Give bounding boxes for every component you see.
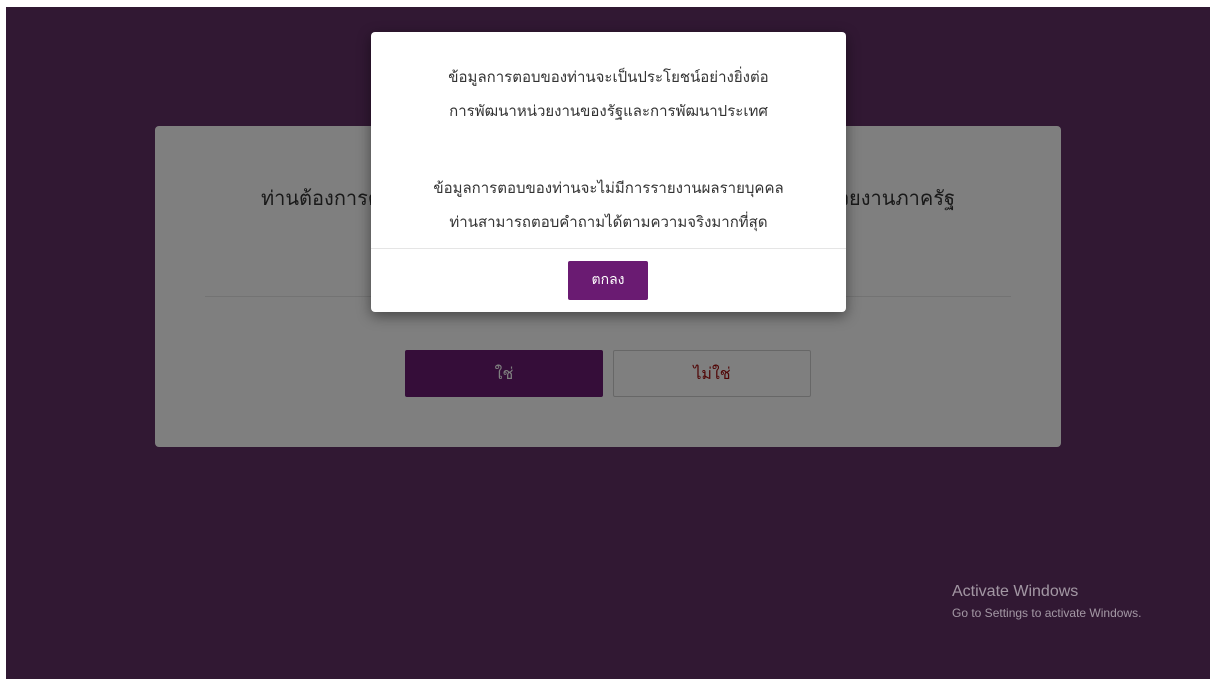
modal-text-line-3: ข้อมูลการตอบของท่านจะไม่มีการรายงานผลราย…: [433, 179, 784, 197]
modal-text-line-1: ข้อมูลการตอบของท่านจะเป็นประโยชน์อย่างยิ…: [448, 68, 769, 86]
page-background: ท่านต้องการตอบแบบสอบถามความพึงพอใจต่อการ…: [6, 7, 1210, 679]
modal-text-line-2: การพัฒนาหน่วยงานของรัฐและการพัฒนาประเทศ: [449, 102, 768, 120]
modal-divider: [371, 248, 846, 249]
activate-windows-subtitle: Go to Settings to activate Windows.: [952, 606, 1142, 620]
modal-text-line-4: ท่านสามารถตอบคำถามได้ตามความจริงมากที่สุ…: [449, 213, 768, 231]
activate-windows-title: Activate Windows: [952, 583, 1079, 600]
ok-button[interactable]: ตกลง: [568, 261, 648, 300]
info-modal: ข้อมูลการตอบของท่านจะเป็นประโยชน์อย่างยิ…: [371, 32, 846, 312]
